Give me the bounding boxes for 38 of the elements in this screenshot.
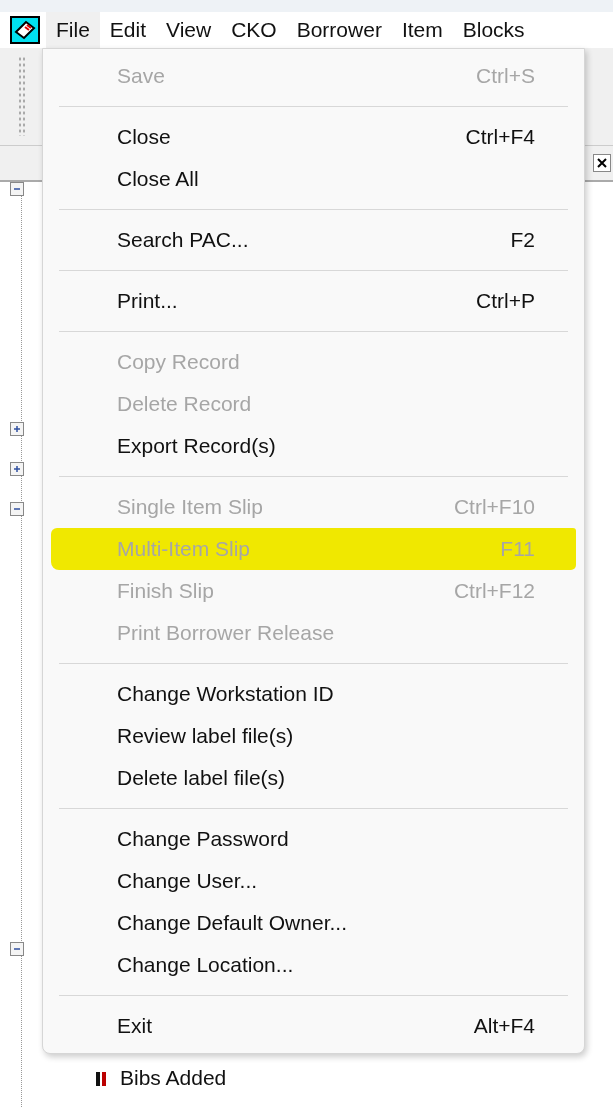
close-button[interactable] bbox=[593, 154, 611, 172]
collapse-icon[interactable] bbox=[10, 182, 24, 196]
menu-item[interactable]: Change User... bbox=[51, 860, 576, 902]
shortcut-text: F2 bbox=[510, 228, 535, 252]
shortcut-text: Ctrl+F12 bbox=[453, 579, 535, 603]
menu-item[interactable]: Review label file(s) bbox=[51, 715, 576, 757]
close-icon bbox=[597, 158, 607, 168]
shortcut-text: Alt+F4 bbox=[473, 1014, 535, 1038]
menu-bar-item[interactable]: File bbox=[46, 12, 100, 48]
menu-bar-item[interactable]: Borrower bbox=[286, 12, 392, 48]
menu-bar-item[interactable]: Edit bbox=[99, 12, 157, 48]
expand-icon[interactable] bbox=[10, 462, 24, 476]
menu-bar-item[interactable]: Blocks bbox=[452, 12, 535, 48]
shortcut-text: F11 bbox=[500, 537, 535, 561]
toolbar-grip[interactable] bbox=[18, 56, 26, 136]
menu-item[interactable]: Change Location... bbox=[51, 944, 576, 986]
menu-item[interactable]: Exit Alt+F4 bbox=[51, 1005, 576, 1047]
collapse-icon[interactable] bbox=[10, 502, 24, 516]
menu-item[interactable]: Change Workstation ID bbox=[51, 673, 576, 715]
menu-item[interactable]: Change Default Owner... bbox=[51, 902, 576, 944]
shortcut-text: Ctrl+S bbox=[476, 64, 535, 88]
menu-item[interactable]: Close All bbox=[51, 158, 576, 200]
menu-item[interactable]: Print... Ctrl+P bbox=[51, 280, 576, 322]
menu-item[interactable]: Close Ctrl+F4 bbox=[51, 116, 576, 158]
shortcut-text: Ctrl+P bbox=[476, 289, 535, 313]
menu-bar-item[interactable]: Item bbox=[391, 12, 453, 48]
shortcut-text: Ctrl+F10 bbox=[453, 495, 535, 519]
menu-bar-item[interactable]: View bbox=[156, 12, 222, 48]
collapse-icon[interactable] bbox=[10, 942, 24, 956]
shortcut-text: Ctrl+F4 bbox=[465, 125, 535, 149]
menu-item[interactable]: Search PAC... F2 bbox=[51, 219, 576, 261]
menu-item[interactable]: Change Password bbox=[51, 818, 576, 860]
menu-item[interactable]: Export Record(s) bbox=[51, 425, 576, 467]
tree-item[interactable]: Bibs Added bbox=[120, 1068, 227, 1088]
menu-item[interactable]: Delete label file(s) bbox=[51, 757, 576, 799]
expand-icon[interactable] bbox=[10, 422, 24, 436]
menu-bar-item[interactable]: CKO bbox=[221, 12, 287, 48]
app-logo-icon[interactable] bbox=[10, 16, 40, 44]
